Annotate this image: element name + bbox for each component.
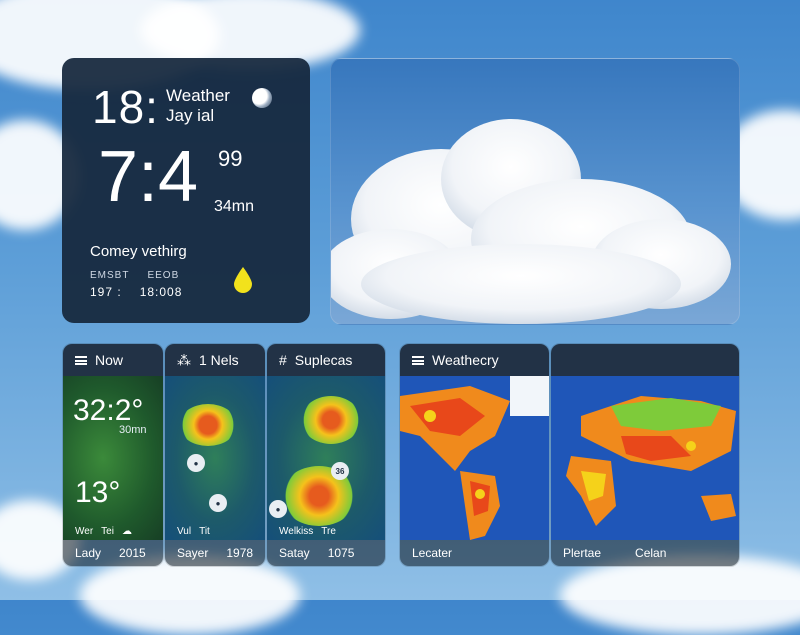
temperature-sub: 30mn	[119, 424, 147, 436]
hash-icon[interactable]: #	[279, 352, 287, 368]
footer-value: 1075	[327, 546, 355, 560]
world-heat-map[interactable]	[551, 376, 739, 540]
sky-photo-card[interactable]	[330, 58, 740, 325]
footer-label: Plertae	[563, 546, 602, 560]
widget-title: Weathecry	[432, 352, 499, 368]
world-heat-map[interactable]	[400, 376, 549, 540]
radar-map[interactable]: 36 ● Welkiss Tre	[267, 376, 385, 540]
widget-footer: Plertae Celan	[551, 540, 739, 566]
footer-label: Satay	[279, 546, 310, 560]
location-marker-icon[interactable]: ●	[187, 454, 205, 472]
footer-label: Lecater	[412, 546, 453, 560]
widget-title: Now	[95, 352, 124, 368]
current-temperature: 32:2°	[73, 394, 144, 427]
widget-body: 32:2° 30mn 13° Wer Tei ☁	[63, 376, 163, 540]
card-title-line1: Weather	[166, 86, 230, 105]
footer-value: Celan	[635, 546, 667, 560]
weather-meta: EMSBT EEOB 197 : 18:008	[90, 268, 182, 300]
radar-map[interactable]: ● ● Vul Tit	[165, 376, 265, 540]
menu-icon[interactable]	[412, 355, 424, 365]
mini-row: Vul Tit	[177, 526, 210, 537]
mini-label-2: Tit	[199, 526, 210, 537]
widget-title: Suplecas	[294, 352, 353, 368]
storm-cell	[301, 396, 361, 444]
widget-now[interactable]: Now 32:2° 30mn 13° Wer Tei ☁ Lady 2015	[62, 343, 164, 567]
card-title-line2: Jay ial	[166, 106, 215, 125]
widget-weathecry[interactable]: Weathecry Lecater	[399, 343, 550, 567]
card-title: Weather Jay ial	[166, 86, 230, 126]
location-marker-icon[interactable]: ●	[209, 494, 227, 512]
footer-label: Sayer	[177, 546, 209, 560]
footer-value: 2015	[119, 546, 146, 560]
meta-value-2: 18:008	[139, 285, 183, 299]
widget-suplecas[interactable]: # Suplecas 36 ● Welkiss Tre Satay 1075	[266, 343, 386, 567]
eurasia-africa-map	[566, 396, 736, 526]
widget-header[interactable]: ⁂ 1 Nels	[165, 344, 265, 376]
mini-row: Wer Tei ☁	[75, 526, 132, 537]
cloud-icon: ☁	[121, 526, 132, 537]
mini-label-2: Tre	[321, 526, 336, 537]
mini-label-1: Welkiss	[279, 526, 314, 537]
share-icon[interactable]: ⁂	[177, 352, 191, 369]
mini-label-2: Tei	[101, 526, 114, 537]
location-marker-icon[interactable]: ●	[269, 500, 287, 518]
menu-icon[interactable]	[75, 355, 87, 365]
clock-weather-card[interactable]: 18: Weather Jay ial 7:4 99 34mn Comey ve…	[62, 58, 310, 323]
widget-header[interactable]: # Suplecas	[267, 344, 385, 376]
moon-icon	[252, 88, 272, 108]
low-temperature: 13°	[75, 476, 121, 509]
cloud-illustration	[331, 119, 731, 324]
clock-large-time: 7:4	[98, 137, 199, 217]
clock-small-time: 18:	[92, 81, 159, 133]
meta-label-2: EEOB	[147, 270, 180, 281]
widget-header[interactable]	[551, 344, 739, 376]
americas-map	[400, 376, 549, 540]
mini-label-1: Vul	[177, 526, 192, 537]
footer-value: 1978	[226, 546, 254, 560]
storm-cell	[179, 404, 237, 446]
raindrop-icon	[234, 267, 252, 293]
clock-seconds: 99	[218, 146, 243, 171]
badge-icon[interactable]: 36	[331, 462, 349, 480]
clock-unit: 34mn	[214, 198, 255, 215]
footer-label: Lady	[75, 546, 102, 560]
widget-footer: Sayer 1978	[165, 540, 265, 566]
widget-footer: Satay 1075	[267, 540, 385, 566]
widget-world-map[interactable]: Plertae Celan	[550, 343, 740, 567]
meta-value-1: 197 :	[90, 285, 122, 299]
widget-footer: Lecater	[400, 540, 549, 566]
widget-header[interactable]: Now	[63, 344, 163, 376]
widget-footer: Lady 2015	[63, 540, 163, 566]
mini-row: Welkiss Tre	[279, 526, 336, 537]
widget-nels[interactable]: ⁂ 1 Nels ● ● Vul Tit Sayer 1978	[164, 343, 266, 567]
mini-label-1: Wer	[75, 526, 94, 537]
widget-header[interactable]: Weathecry	[400, 344, 549, 376]
widget-title: 1 Nels	[199, 352, 239, 368]
weather-description: Comey vethirg	[90, 243, 187, 260]
meta-label-1: EMSBT	[90, 270, 130, 281]
